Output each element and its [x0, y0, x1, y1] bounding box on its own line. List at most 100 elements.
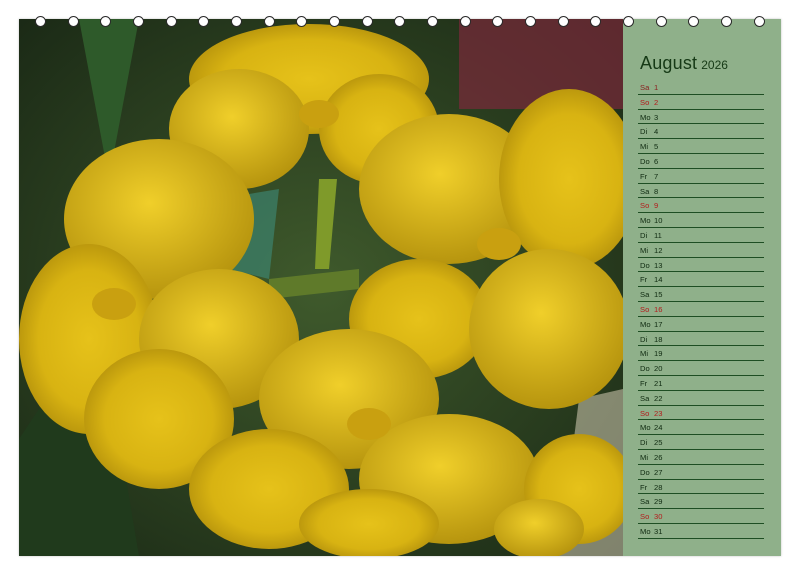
day-row: Fr 28: [638, 480, 764, 495]
day-row: Mi 26: [638, 450, 764, 465]
day-row: Do 13: [638, 258, 764, 273]
day-list: Sa 1 So 2 Mo 3 Di 4 Mi 5 Do 6 Fr 7 Sa 8 So 9 Mo 10 Di 11 Mi 12 D…: [638, 80, 764, 539]
day-row: So 16: [638, 302, 764, 317]
year-label: 2026: [701, 58, 728, 72]
weekday-label: Fr: [640, 482, 648, 492]
weekday-label: Sa: [640, 393, 650, 403]
day-row: Do 27: [638, 465, 764, 480]
day-number: 16: [654, 304, 663, 314]
day-number: 27: [654, 467, 663, 477]
day-number: 11: [654, 230, 662, 240]
day-number: 15: [654, 290, 663, 300]
orchid-illustration: [19, 19, 623, 556]
day-row: Di 25: [638, 435, 764, 450]
day-row: Sa 1: [638, 80, 764, 95]
weekday-label: Mi: [640, 452, 649, 462]
day-row: Mo 31: [638, 524, 764, 539]
day-row: Fr 7: [638, 169, 764, 184]
day-number: 4: [654, 127, 659, 137]
day-number: 31: [654, 526, 663, 536]
day-number: 18: [654, 334, 663, 344]
day-row: Mo 3: [638, 110, 764, 125]
day-row: Mo 10: [638, 213, 764, 228]
weekday-label: So: [640, 408, 650, 418]
weekday-label: Do: [640, 260, 650, 270]
weekday-label: Mi: [640, 349, 649, 359]
day-number: 19: [654, 349, 663, 359]
day-number: 17: [654, 319, 663, 329]
weekday-label: Mo: [640, 319, 651, 329]
day-row: Fr 14: [638, 272, 764, 288]
day-row: Di 18: [638, 332, 764, 347]
day-number: 6: [654, 156, 659, 166]
day-row: So 30: [638, 509, 764, 524]
day-number: 3: [654, 112, 659, 122]
day-row: Mo 17: [638, 317, 764, 332]
weekday-label: Mo: [640, 112, 651, 122]
weekday-label: Do: [640, 467, 650, 477]
weekday-label: Sa: [640, 290, 650, 300]
photo-yellow-orchids: [19, 19, 623, 556]
weekday-label: Di: [640, 230, 648, 240]
day-number: 2: [654, 97, 659, 107]
weekday-label: Do: [640, 156, 650, 166]
weekday-label: Mo: [640, 423, 651, 433]
day-number: 26: [654, 452, 663, 462]
day-number: 1: [654, 83, 659, 92]
weekday-label: Mi: [640, 142, 649, 152]
day-row: Mi 5: [638, 139, 764, 154]
calendar-page: August 2026 Sa 1 So 2 Mo 3 Di 4 Mi 5 Do 6 Fr 7 Sa 8 So 9 Mo…: [19, 19, 781, 556]
weekday-label: Di: [640, 438, 648, 448]
day-row: Mi 12: [638, 243, 764, 258]
day-row: Sa 15: [638, 287, 764, 302]
day-number: 29: [654, 497, 663, 507]
day-row: Fr 21: [638, 376, 764, 391]
calendar-panel: August 2026 Sa 1 So 2 Mo 3 Di 4 Mi 5 Do 6 Fr 7 Sa 8 So 9 Mo…: [623, 19, 781, 556]
day-number: 30: [654, 512, 663, 522]
day-row: So 2: [638, 95, 764, 110]
day-row: So 23: [638, 406, 764, 421]
weekday-label: So: [640, 97, 650, 107]
weekday-label: Fr: [640, 378, 648, 388]
day-number: 13: [654, 260, 663, 270]
day-number: 20: [654, 364, 663, 374]
day-row: Sa 8: [638, 184, 764, 199]
weekday-label: Mi: [640, 245, 649, 255]
weekday-label: So: [640, 512, 650, 522]
day-number: 7: [654, 171, 659, 181]
day-number: 23: [654, 408, 663, 418]
day-row: Mo 24: [638, 420, 764, 436]
weekday-label: Sa: [640, 186, 650, 196]
day-number: 5: [654, 142, 659, 152]
day-number: 22: [654, 393, 663, 403]
weekday-label: Sa: [640, 497, 650, 507]
day-row: Mi 19: [638, 346, 764, 362]
weekday-label: Di: [640, 127, 648, 137]
weekday-label: Fr: [640, 171, 648, 181]
weekday-label: Di: [640, 334, 648, 344]
day-number: 12: [654, 245, 663, 255]
day-row: So 9: [638, 198, 764, 214]
day-row: Di 4: [638, 124, 764, 140]
day-number: 25: [654, 438, 663, 448]
month-label: August: [640, 53, 698, 73]
day-number: 28: [654, 482, 663, 492]
day-row: Do 20: [638, 361, 764, 376]
day-number: 10: [654, 216, 663, 226]
weekday-label: Mo: [640, 216, 651, 226]
weekday-label: Sa: [640, 83, 650, 92]
calendar-header: August 2026: [640, 53, 728, 74]
weekday-label: Fr: [640, 275, 648, 285]
day-row: Sa 29: [638, 494, 764, 510]
weekday-label: Do: [640, 364, 650, 374]
day-number: 9: [654, 201, 659, 211]
weekday-label: So: [640, 201, 650, 211]
weekday-label: So: [640, 304, 650, 314]
day-number: 21: [654, 378, 663, 388]
day-number: 14: [654, 275, 663, 285]
day-row: Di 11: [638, 228, 764, 243]
day-number: 24: [654, 423, 663, 433]
day-row: Do 6: [638, 154, 764, 169]
day-number: 8: [654, 186, 659, 196]
day-row: Sa 22: [638, 391, 764, 406]
